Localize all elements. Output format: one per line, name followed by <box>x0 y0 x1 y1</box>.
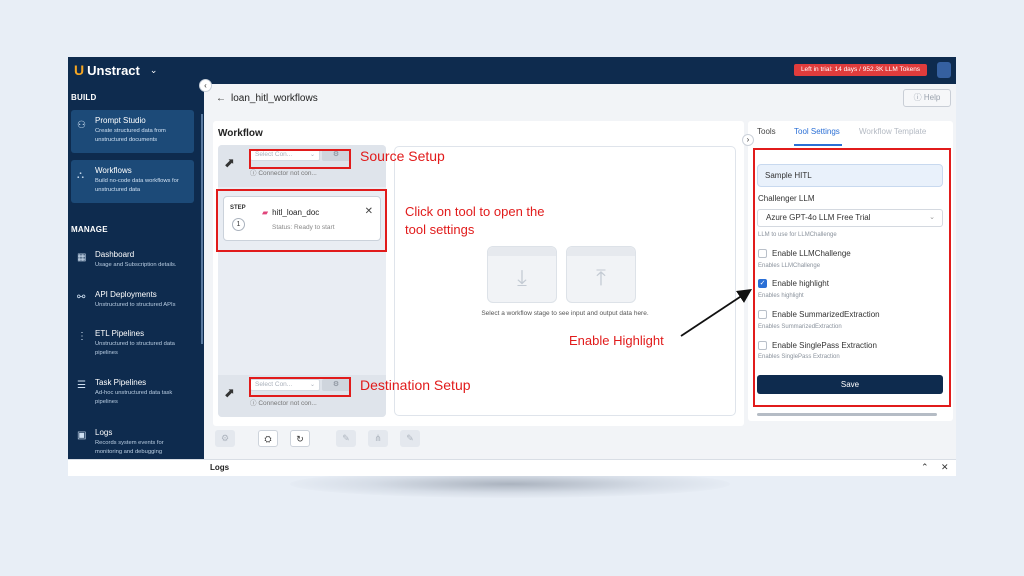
tab-tool-settings[interactable]: Tool Settings <box>794 127 840 136</box>
dashboard-icon: ▦ <box>77 252 87 263</box>
tab-workflow-template[interactable]: Workflow Template <box>859 127 926 136</box>
logo[interactable]: U Unstract ⌄ <box>74 62 157 78</box>
annotation-destination-setup: Destination Setup <box>360 377 471 393</box>
output-upload-icon: ⤒ <box>566 246 636 303</box>
sidebar-item-etl-pipelines[interactable]: ⋮ ETL Pipelines Unstructured to structur… <box>71 329 194 357</box>
sidebar-item-desc: Unstructured to structured APIs <box>95 302 176 308</box>
annotation-click-tool: Click on tool to open the tool settings <box>405 204 545 238</box>
sidebar-item-label: Dashboard <box>95 250 135 259</box>
task-icon: ☰ <box>77 380 86 391</box>
prompt-studio-icon: ⚇ <box>77 120 86 131</box>
chevron-up-icon[interactable]: ⌃ <box>921 462 929 473</box>
connector-icon: ⬈ <box>224 155 235 170</box>
destination-highlight-box <box>249 377 351 397</box>
settings-tool-button[interactable]: ⚙ <box>215 430 235 447</box>
sidebar-item-workflows[interactable]: ⛬ Workflows Build no-code data workflows… <box>71 160 194 203</box>
run-workflow-button[interactable]: ⛭ <box>258 430 278 447</box>
source-status-text: Connector not con... <box>258 170 317 177</box>
gear-icon: ⚙ <box>220 433 230 443</box>
source-highlight-box <box>249 149 351 169</box>
logs-icon: ▣ <box>77 430 87 441</box>
deploy-button[interactable]: ⋔ <box>368 430 388 447</box>
clear-button[interactable]: ✎ <box>400 430 420 447</box>
panel-expand-button[interactable]: › <box>742 134 754 146</box>
sidebar-item-desc: Unstructured to structured data pipeline… <box>95 341 175 356</box>
build-section-label: BUILD <box>71 93 97 102</box>
page-title: loan_hitl_workflows <box>231 93 318 104</box>
sidebar-item-desc: Create structured data from unstructured… <box>95 128 166 143</box>
sidebar-item-label: Workflows <box>95 166 132 175</box>
logs-bar: Logs ⌃ ✕ <box>68 459 956 476</box>
sidebar-item-task-pipelines[interactable]: ☰ Task Pipelines Ad-hoc unstructured dat… <box>71 378 194 406</box>
sidebar-scrollbar[interactable] <box>201 114 203 344</box>
sidebar: BUILD ⚇ Prompt Studio Create structured … <box>68 84 204 475</box>
workflow-icon: ⛬ <box>77 170 84 181</box>
manage-section-label: MANAGE <box>71 225 108 234</box>
sidebar-item-dashboard[interactable]: ▦ Dashboard Usage and Subscription detai… <box>71 250 194 270</box>
sidebar-item-label: Prompt Studio <box>95 116 146 125</box>
refresh-icon: ↻ <box>296 434 304 444</box>
edit-button[interactable]: ✎ <box>336 430 356 447</box>
etl-icon: ⋮ <box>77 331 87 342</box>
annotation-enable-highlight: Enable Highlight <box>569 333 664 348</box>
logo-icon: U <box>74 62 85 78</box>
annotation-source-setup: Source Setup <box>360 148 445 164</box>
info-icon: ⓘ <box>250 400 257 407</box>
tool-highlight-box <box>216 189 387 252</box>
active-tab-indicator <box>794 144 842 146</box>
sidebar-item-desc: Usage and Subscription details. <box>95 262 177 268</box>
settings-scrollbar[interactable] <box>757 413 937 416</box>
reset-button[interactable]: ↻ <box>290 430 310 447</box>
tab-tools[interactable]: Tools <box>757 127 776 136</box>
api-icon: ⚯ <box>77 292 86 303</box>
sidebar-item-label: Logs <box>95 428 113 437</box>
workflow-title: Workflow <box>218 128 263 139</box>
close-icon[interactable]: ✕ <box>941 462 949 473</box>
sidebar-item-api-deployments[interactable]: ⚯ API Deployments Unstructured to struct… <box>71 290 194 310</box>
robot-icon: ⛭ <box>264 434 272 444</box>
eraser-icon: ✎ <box>406 433 414 443</box>
connector-icon: ⬈ <box>224 385 235 400</box>
sidebar-item-prompt-studio[interactable]: ⚇ Prompt Studio Create structured data f… <box>71 110 194 153</box>
preview-hint: Select a workflow stage to see input and… <box>481 310 649 317</box>
logo-text: Unstract <box>87 62 140 78</box>
sidebar-item-logs[interactable]: ▣ Logs Records system events for monitor… <box>71 428 194 456</box>
chevron-down-icon[interactable]: ⌄ <box>150 65 158 76</box>
back-arrow-icon[interactable]: ← <box>216 93 226 104</box>
network-icon: ⋔ <box>374 433 382 443</box>
destination-status-text: Connector not con... <box>258 400 317 407</box>
avatar[interactable] <box>937 62 951 78</box>
logs-title: Logs <box>210 463 230 472</box>
input-download-icon: ⤓ <box>487 246 557 303</box>
help-label: Help <box>923 93 941 102</box>
help-button[interactable]: ⓘ Help <box>903 89 951 107</box>
trial-badge[interactable]: Left in trial: 14 days / 952.3K LLM Toke… <box>794 64 927 76</box>
sidebar-item-desc: Ad-hoc unstructured data task pipelines <box>95 390 173 405</box>
info-icon: ⓘ <box>250 170 257 177</box>
sidebar-item-desc: Build no-code data workflows for unstruc… <box>95 178 179 193</box>
pencil-icon: ✎ <box>342 433 350 443</box>
sidebar-collapse-button[interactable]: ‹ <box>199 79 212 92</box>
settings-highlight-box <box>753 148 951 407</box>
help-icon: ⓘ <box>913 93 922 102</box>
sidebar-item-label: Task Pipelines <box>95 378 147 387</box>
sidebar-item-desc: Records system events for monitoring and… <box>95 440 164 455</box>
sidebar-item-label: ETL Pipelines <box>95 329 145 338</box>
sidebar-item-label: API Deployments <box>95 290 157 299</box>
destination-connector-status: ⓘ Connector not con... <box>250 397 317 407</box>
